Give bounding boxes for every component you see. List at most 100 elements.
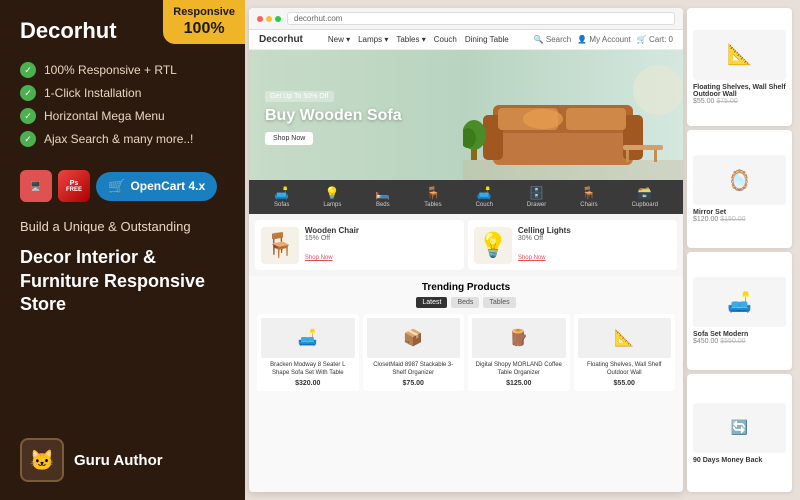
side-card-2: 🛋️ Sofa Set Modern $450.00 $550.00 <box>687 252 792 370</box>
main-preview: decorhut.com Decorhut New ▾ Lamps ▾ Tabl… <box>245 0 800 500</box>
couch-icon: 🛋️ <box>477 186 492 200</box>
side-card-image-3: 🔄 <box>693 403 786 453</box>
cat-item-tables[interactable]: 🪑 Tables <box>424 186 441 208</box>
cat-item-lamps[interactable]: 💡 Lamps <box>323 186 341 208</box>
cupboard-icon: 🗃️ <box>637 186 652 200</box>
cat-item-couch[interactable]: 🛋️ Couch <box>476 186 493 208</box>
nav-actions: 🔍 Search 👤 My Account 🛒 Cart: 0 <box>534 35 673 44</box>
cat-label: Lamps <box>323 202 341 208</box>
hero-tag: Get Up To 50% Off <box>265 91 334 102</box>
lamp-icon: 💡 <box>325 186 340 200</box>
browser-mockup: decorhut.com Decorhut New ▾ Lamps ▾ Tabl… <box>249 8 683 492</box>
hero-furniture <box>463 50 683 180</box>
side-card-image-2: 🛋️ <box>693 277 786 327</box>
hero-shop-btn[interactable]: Shop Now <box>265 132 313 145</box>
cat-label: Tables <box>424 202 441 208</box>
badge-ps: Ps FREE <box>58 170 90 202</box>
side-card-image-0: 📐 <box>693 30 786 80</box>
table-icon: 🪑 <box>425 186 440 200</box>
cat-label: Chairs <box>580 202 597 208</box>
cat-label: Cupboard <box>632 202 658 208</box>
price-current: $120.00 <box>693 216 718 223</box>
feature-item: ✓ Ajax Search & many more..! <box>20 131 225 147</box>
side-card-0: 📐 Floating Shelves, Wall Shelf Outdoor W… <box>687 8 792 126</box>
price-old: $150.00 <box>720 216 745 223</box>
promo-card-0: 🪑 Wooden Chair 15% Off Shop Now <box>255 220 464 270</box>
nav-item[interactable]: Couch <box>434 35 457 44</box>
filter-tab-beds[interactable]: Beds <box>451 297 479 308</box>
product-image-1: 📦 <box>367 318 461 358</box>
product-price-1: $75.00 <box>367 380 461 387</box>
dot-yellow <box>266 16 272 22</box>
product-image-3: 📐 <box>578 318 672 358</box>
product-grid: 🛋️ Bracken Modway 8 Seater L Shape Sofa … <box>257 314 675 391</box>
promo-link-1[interactable]: Shop Now <box>518 255 546 261</box>
feature-label: Horizontal Mega Menu <box>44 109 165 123</box>
product-image-0: 🛋️ <box>261 318 355 358</box>
store-nav: Decorhut New ▾ Lamps ▾ Tables ▾ Couch Di… <box>249 30 683 50</box>
product-price-2: $125.00 <box>472 380 566 387</box>
side-panel: 📐 Floating Shelves, Wall Shelf Outdoor W… <box>687 8 792 492</box>
cat-label: Sofas <box>274 202 289 208</box>
side-card-price-0: $55.00 $75.00 <box>693 98 786 105</box>
browser-url: decorhut.com <box>287 12 675 25</box>
hero-section: Get Up To 50% Off Buy Wooden Sofa Shop N… <box>249 50 683 180</box>
promo-icon-1: 💡 <box>474 227 512 264</box>
feature-label: 100% Responsive + RTL <box>44 63 177 77</box>
cat-item-drawer[interactable]: 🗄️ Drawer <box>527 186 546 208</box>
product-card-2: 🪵 Digital Shopy MORLAND Coffee Table Org… <box>468 314 570 391</box>
product-card-0: 🛋️ Bracken Modway 8 Seater L Shape Sofa … <box>257 314 359 391</box>
cart-action[interactable]: 🛒 Cart: 0 <box>637 35 673 44</box>
opencart-label: OpenCart 4.x <box>130 179 205 193</box>
search-action[interactable]: 🔍 Search <box>534 35 572 44</box>
avatar: 🐱 <box>20 438 64 482</box>
cat-label: Drawer <box>527 202 546 208</box>
browser-bar: decorhut.com <box>249 8 683 30</box>
promo-title-0: Wooden Chair <box>305 226 359 235</box>
trending-section: Trending Products Latest Beds Tables 🛋️ … <box>249 276 683 492</box>
nav-item[interactable]: Lamps ▾ <box>358 35 388 44</box>
responsive-badge: Responsive 100% <box>163 0 245 44</box>
cat-item-cupboard[interactable]: 🗃️ Cupboard <box>632 186 658 208</box>
chair-icon: 🪑 <box>581 186 596 200</box>
badge-opencart[interactable]: 🛒 OpenCart 4.x <box>96 172 217 201</box>
product-name-2: Digital Shopy MORLAND Coffee Table Organ… <box>472 362 566 378</box>
filter-tab-tables[interactable]: Tables <box>483 297 515 308</box>
side-card-title-2: Sofa Set Modern <box>693 331 786 338</box>
feature-label: Ajax Search & many more..! <box>44 132 193 146</box>
nav-links: New ▾ Lamps ▾ Tables ▾ Couch Dining Tabl… <box>328 35 509 44</box>
side-card-title-1: Mirror Set <box>693 209 786 216</box>
product-card-3: 📐 Floating Shelves, Wall Shelf Outdoor W… <box>574 314 676 391</box>
nav-item[interactable]: Tables ▾ <box>396 35 425 44</box>
cat-item-beds[interactable]: 🛏️ Beds <box>375 186 390 208</box>
badge-ps-free: FREE <box>66 187 82 193</box>
product-image-2: 🪵 <box>472 318 566 358</box>
price-current: $55.00 <box>693 98 714 105</box>
bed-icon: 🛏️ <box>375 186 390 200</box>
account-action[interactable]: 👤 My Account <box>577 35 631 44</box>
side-card-image-1: 🪞 <box>693 155 786 205</box>
cart-icon: 🛒 <box>108 178 125 195</box>
cat-item-chairs[interactable]: 🪑 Chairs <box>580 186 597 208</box>
sidebar-description: Build a Unique & Outstanding <box>20 218 225 236</box>
author-row: 🐱 Guru Author <box>20 438 225 482</box>
filter-tab-latest[interactable]: Latest <box>416 297 447 308</box>
category-icons: 🛋️ Sofas 💡 Lamps 🛏️ Beds 🪑 Tables 🛋️ Cou… <box>249 180 683 214</box>
nav-item[interactable]: New ▾ <box>328 35 350 44</box>
feature-item: ✓ Horizontal Mega Menu <box>20 108 225 124</box>
browser-dots <box>257 16 281 22</box>
responsive-percent: 100% <box>173 19 235 38</box>
promo-card-1: 💡 Celling Lights 30% Off Shop Now <box>468 220 677 270</box>
side-card-title-3: 90 Days Money Back <box>693 457 786 464</box>
hero-title: Buy Wooden Sofa <box>265 106 402 125</box>
cat-item-sofas[interactable]: 🛋️ Sofas <box>274 186 289 208</box>
price-old: $550.00 <box>720 338 745 345</box>
promo-link-0[interactable]: Shop Now <box>305 255 333 261</box>
product-price-0: $320.00 <box>261 380 355 387</box>
check-icon: ✓ <box>20 62 36 78</box>
promo-title-1: Celling Lights <box>518 226 571 235</box>
price-old: $75.00 <box>716 98 737 105</box>
nav-item[interactable]: Dining Table <box>465 35 509 44</box>
dot-green <box>275 16 281 22</box>
side-card-3: 🔄 90 Days Money Back <box>687 374 792 492</box>
